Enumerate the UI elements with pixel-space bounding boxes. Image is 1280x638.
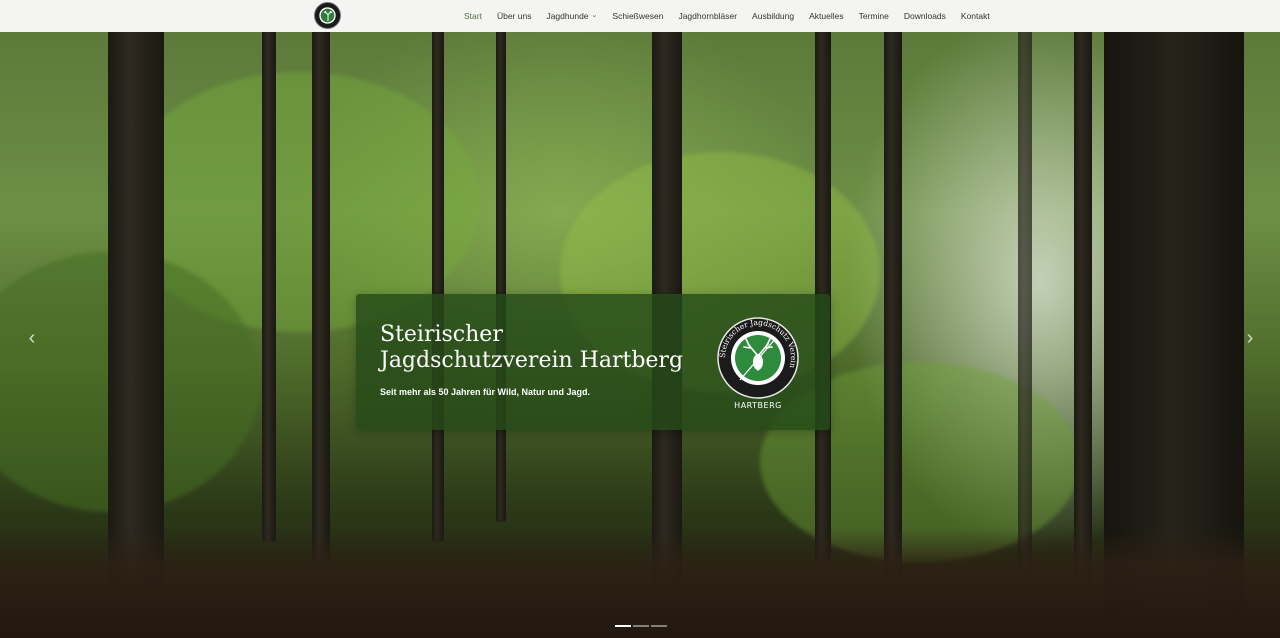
slider-dot-2[interactable] [633,625,649,627]
nav-label: Über uns [496,11,532,21]
nav-label: Downloads [903,11,946,21]
main-nav: Start Über uns Jagdhunde ⌄ Schießwesen Ja… [464,0,1005,32]
hero-caption-card: Steirischer Jagdschutzverein Hartberg Se… [356,294,830,430]
slider-next-button[interactable]: › [1240,328,1260,348]
nav-label: Termine [858,11,889,21]
nav-label: Jagdhornbläser [678,11,738,21]
nav-item-start[interactable]: Start [464,11,482,21]
club-emblem-icon[interactable] [314,2,341,29]
slider-dot-1[interactable] [615,625,631,627]
nav-item-termine[interactable]: Termine [859,11,889,21]
chevron-down-icon: ⌄ [591,12,598,19]
chevron-left-icon: ‹ [28,327,36,349]
tree-trunk [312,32,330,562]
forest-ground [0,528,1280,638]
nav-item-jagdhornblaeser[interactable]: Jagdhornbläser [678,11,737,21]
nav-item-schiesswesen[interactable]: Schießwesen [612,11,663,21]
slider-dot-3[interactable] [651,625,667,627]
nav-item-downloads[interactable]: Downloads [904,11,946,21]
tree-trunk [1018,32,1032,582]
nav-item-kontakt[interactable]: Kontakt [961,11,990,21]
tree-trunk [432,32,444,542]
nav-label: Kontakt [960,11,990,21]
nav-item-ueber-uns[interactable]: Über uns [497,11,532,21]
nav-item-jagdhunde[interactable]: Jagdhunde ⌄ [546,11,597,21]
nav-label: Ausbildung [752,11,795,21]
hero-slider: ‹ › Steirischer Jagdschutzverein Hartber… [0,32,1280,638]
top-navigation-bar: Start Über uns Jagdhunde ⌄ Schießwesen Ja… [0,0,1280,32]
nav-item-aktuelles[interactable]: Aktuelles [809,11,844,21]
tree-trunk [262,32,276,542]
nav-item-ausbildung[interactable]: Ausbildung [752,11,794,21]
hero-title: Steirischer Jagdschutzverein Hartberg [380,322,684,373]
slider-prev-button[interactable]: ‹ [22,328,42,348]
nav-label: Jagdhunde [546,11,589,21]
hero-subtitle: Seit mehr als 50 Jahren für Wild, Natur … [380,387,590,397]
tree-trunk [1074,32,1092,582]
emblem-caption: HARTBERG [734,401,782,410]
nav-label: Schießwesen [612,11,664,21]
tree-trunk [496,32,506,522]
tree-trunk [884,32,902,582]
nav-label: Start [464,11,482,21]
tree-trunk [108,32,164,582]
slider-pagination [615,625,669,627]
nav-label: Aktuelles [809,11,844,21]
chevron-right-icon: › [1246,327,1254,349]
club-emblem-logo: Steirischer Jagdschutz Verein HARTBERG [717,317,799,410]
